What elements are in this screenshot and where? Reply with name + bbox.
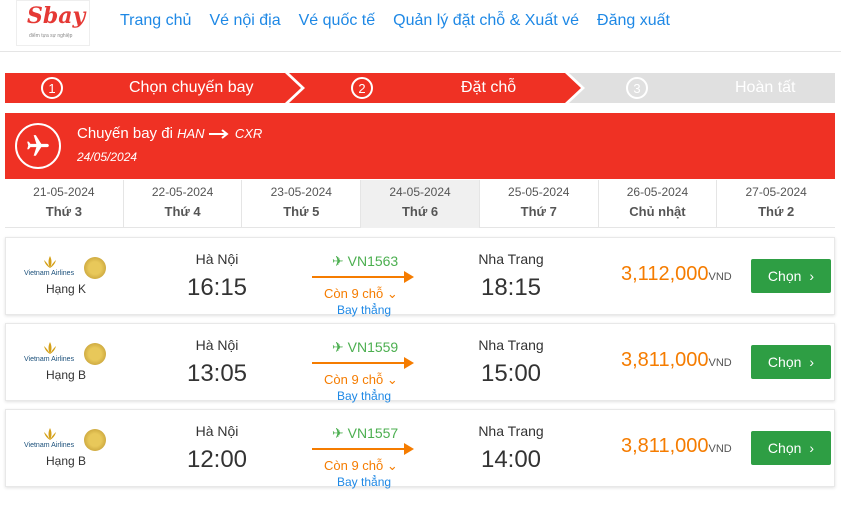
departure-city: Hà Nội xyxy=(195,423,239,439)
arrival-time: 18:15 xyxy=(480,274,542,301)
skytrax-badge-icon xyxy=(84,429,106,451)
step-label: Chọn chuyến bay xyxy=(129,79,254,96)
seats-available[interactable]: Còn 9 chỗ ⌄ xyxy=(324,372,398,388)
fare-class: Hạng K xyxy=(46,282,87,296)
flight-price: 3,811,000VND xyxy=(621,349,732,371)
select-flight-button[interactable]: Chọn › xyxy=(751,345,831,379)
departure-time: 12:00 xyxy=(186,446,248,473)
route-arrow-icon xyxy=(404,271,414,283)
flight-price: 3,811,000VND xyxy=(621,435,732,457)
chevron-down-icon: ⌄ xyxy=(386,372,398,387)
route-from: HAN xyxy=(177,126,205,141)
date-selector: 21-05-2024 Thứ 3 22-05-2024 Thứ 4 23-05-20… xyxy=(5,180,835,228)
flight-number: ✈ VN1563 xyxy=(332,253,399,269)
nav-international[interactable]: Vé quốc tế xyxy=(299,12,376,30)
flight-card: Vietnam Airlines Hạng B Hà Nội 12:00 ✈ V… xyxy=(5,409,835,489)
arrival-time: 15:00 xyxy=(480,360,542,387)
route-arrow-icon xyxy=(404,357,414,369)
chevron-down-icon: ⌄ xyxy=(386,458,398,473)
arrival-city: Nha Trang xyxy=(478,337,544,353)
fare-class: Hạng B xyxy=(46,454,87,468)
flight-stops[interactable]: Bay thẳng xyxy=(337,303,391,317)
skytrax-badge-icon xyxy=(84,257,106,279)
vietnam-airlines-logo: Vietnam Airlines xyxy=(24,256,84,278)
seats-available[interactable]: Còn 9 chỗ ⌄ xyxy=(324,286,398,302)
route-line xyxy=(312,362,412,364)
flight-price: 3,112,000VND xyxy=(621,263,732,285)
date-tab[interactable]: 27-05-2024 Thứ 2 xyxy=(717,180,835,228)
step-number: 3 xyxy=(626,77,648,99)
nav-domestic[interactable]: Vé nội địa xyxy=(209,12,280,30)
flight-stops[interactable]: Bay thẳng xyxy=(337,389,391,403)
arrival-time: 14:00 xyxy=(480,446,542,473)
departure-time: 16:15 xyxy=(186,274,248,301)
nav-manage-booking[interactable]: Quản lý đặt chỗ & Xuất vé xyxy=(393,12,579,30)
lotus-icon xyxy=(44,428,56,440)
step-number: 1 xyxy=(41,77,63,99)
lotus-icon xyxy=(44,256,56,268)
flight-card: Vietnam Airlines Hạng K Hà Nội 16:15 ✈ V… xyxy=(5,237,835,317)
arrival-city: Nha Trang xyxy=(478,251,544,267)
seats-available[interactable]: Còn 9 chỗ ⌄ xyxy=(324,458,398,474)
departure-city: Hà Nội xyxy=(195,337,239,353)
nav-logout[interactable]: Đăng xuất xyxy=(597,12,670,30)
plane-small-icon: ✈ xyxy=(332,253,344,269)
route-line xyxy=(312,448,412,450)
vietnam-airlines-logo: Vietnam Airlines xyxy=(24,342,84,364)
step-label: Đặt chỗ xyxy=(461,79,517,96)
chevron-right-icon: › xyxy=(809,268,815,284)
fare-class: Hạng B xyxy=(46,368,87,382)
step-number: 2 xyxy=(351,77,373,99)
outbound-flight-header: Chuyến bay đi HAN CXR 24/05/2024 xyxy=(5,113,835,179)
departure-time: 13:05 xyxy=(186,360,248,387)
arrival-city: Nha Trang xyxy=(478,423,544,439)
departure-city: Hà Nội xyxy=(195,251,239,267)
logo-tagline: điểm tựa sự nghiệp xyxy=(29,33,73,39)
main-nav: Trang chủ Vé nội địa Vé quốc tế Quản lý … xyxy=(120,12,670,30)
flight-date: 24/05/2024 xyxy=(77,150,138,164)
date-tab[interactable]: 23-05-2024 Thứ 5 xyxy=(242,180,362,228)
chevron-right-icon: › xyxy=(809,440,815,456)
date-tab[interactable]: 26-05-2024 Chủ nhật xyxy=(599,180,718,228)
flight-direction-title: Chuyến bay đi xyxy=(77,125,173,142)
route-arrow-icon xyxy=(404,443,414,455)
flight-number: ✈ VN1557 xyxy=(332,425,399,441)
booking-steps: 1 Chọn chuyến bay 2 Đặt chỗ 3 Hoàn tất xyxy=(5,73,835,103)
date-tab[interactable]: 21-05-2024 Thứ 3 xyxy=(5,180,124,228)
plane-small-icon: ✈ xyxy=(332,339,344,355)
lotus-icon xyxy=(44,342,56,354)
step-label: Hoàn tất xyxy=(735,79,796,96)
flight-card: Vietnam Airlines Hạng B Hà Nội 13:05 ✈ V… xyxy=(5,323,835,403)
date-tab-active[interactable]: 24-05-2024 Thứ 6 xyxy=(361,180,480,228)
site-header: Sbay điểm tựa sự nghiệp Trang chủ Vé nội… xyxy=(0,0,841,52)
route-to: CXR xyxy=(234,126,263,141)
date-tab[interactable]: 25-05-2024 Thứ 7 xyxy=(480,180,599,228)
plane-small-icon: ✈ xyxy=(332,425,344,441)
arrow-right-icon xyxy=(208,129,229,139)
skytrax-badge-icon xyxy=(84,343,106,365)
select-flight-button[interactable]: Chọn › xyxy=(751,259,831,293)
sbay-logo[interactable]: Sbay điểm tựa sự nghiệp xyxy=(16,0,90,46)
flight-stops[interactable]: Bay thẳng xyxy=(337,475,391,489)
route-line xyxy=(312,276,412,278)
vietnam-airlines-logo: Vietnam Airlines xyxy=(24,428,84,450)
flight-number: ✈ VN1559 xyxy=(332,339,399,355)
airplane-icon xyxy=(15,123,61,169)
date-tab[interactable]: 22-05-2024 Thứ 4 xyxy=(124,180,243,228)
chevron-right-icon: › xyxy=(809,354,815,370)
chevron-down-icon: ⌄ xyxy=(386,286,398,301)
nav-home[interactable]: Trang chủ xyxy=(120,12,191,30)
select-flight-button[interactable]: Chọn › xyxy=(751,431,831,465)
